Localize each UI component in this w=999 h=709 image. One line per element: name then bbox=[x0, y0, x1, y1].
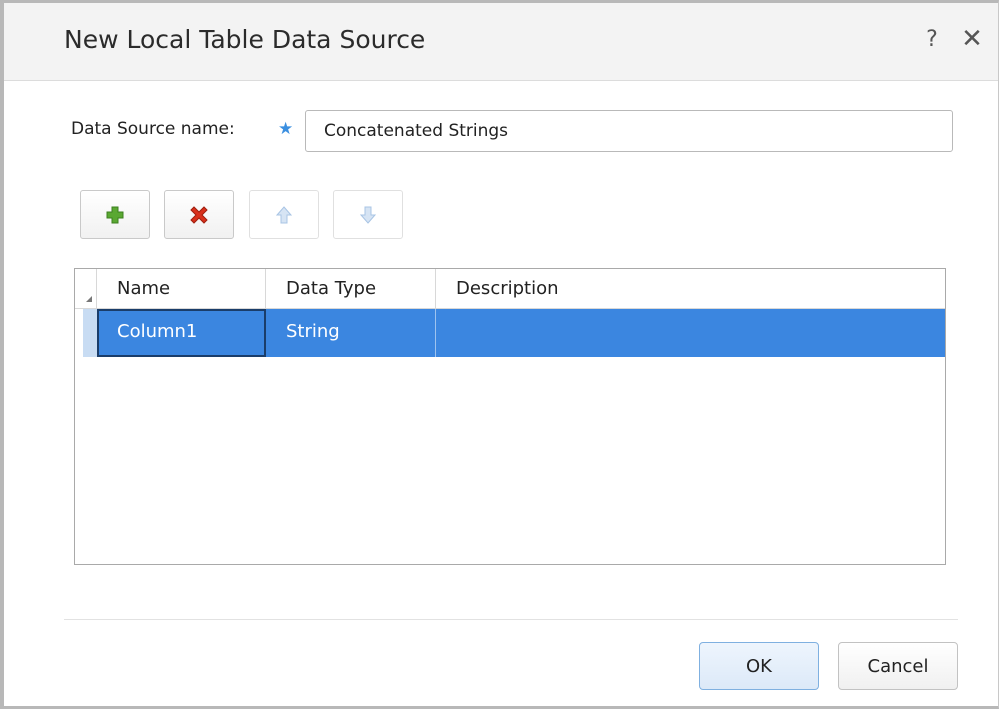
cancel-button[interactable]: Cancel bbox=[838, 642, 958, 690]
move-up-button[interactable] bbox=[249, 190, 319, 239]
corner-triangle-icon bbox=[86, 296, 92, 302]
dialog-title: New Local Table Data Source bbox=[64, 25, 426, 54]
close-icon[interactable]: ✕ bbox=[959, 25, 985, 53]
ok-button[interactable]: OK bbox=[699, 642, 819, 690]
cell-description[interactable] bbox=[436, 309, 945, 357]
cell-name[interactable]: Column1 bbox=[97, 309, 266, 357]
table-row[interactable]: Column1 String bbox=[75, 309, 945, 357]
columns-grid: Name Data Type Description Column1 Strin… bbox=[74, 268, 946, 565]
new-local-table-data-source-dialog: New Local Table Data Source ? ✕ Data Sou… bbox=[0, 0, 999, 709]
cell-data-type[interactable]: String bbox=[266, 309, 436, 357]
grid-corner[interactable] bbox=[75, 269, 97, 309]
add-icon bbox=[106, 206, 124, 223]
column-header-name[interactable]: Name bbox=[97, 269, 266, 309]
move-up-icon bbox=[275, 205, 293, 223]
help-icon[interactable]: ? bbox=[921, 27, 943, 55]
title-bar: New Local Table Data Source ? ✕ bbox=[4, 3, 998, 81]
grid-header: Name Data Type Description bbox=[75, 269, 945, 309]
delete-row-button[interactable] bbox=[164, 190, 234, 239]
move-down-icon bbox=[359, 206, 377, 224]
data-source-name-label: Data Source name: bbox=[71, 119, 235, 139]
row-selector-indicator bbox=[83, 309, 97, 357]
footer-divider bbox=[64, 619, 958, 620]
required-star-icon: ★ bbox=[278, 119, 294, 139]
data-source-name-input[interactable] bbox=[305, 110, 953, 152]
move-down-button[interactable] bbox=[333, 190, 403, 239]
add-row-button[interactable] bbox=[80, 190, 150, 239]
column-header-description[interactable]: Description bbox=[436, 269, 945, 309]
row-selector[interactable] bbox=[75, 309, 97, 357]
delete-icon bbox=[190, 205, 208, 224]
column-header-data-type[interactable]: Data Type bbox=[266, 269, 436, 309]
